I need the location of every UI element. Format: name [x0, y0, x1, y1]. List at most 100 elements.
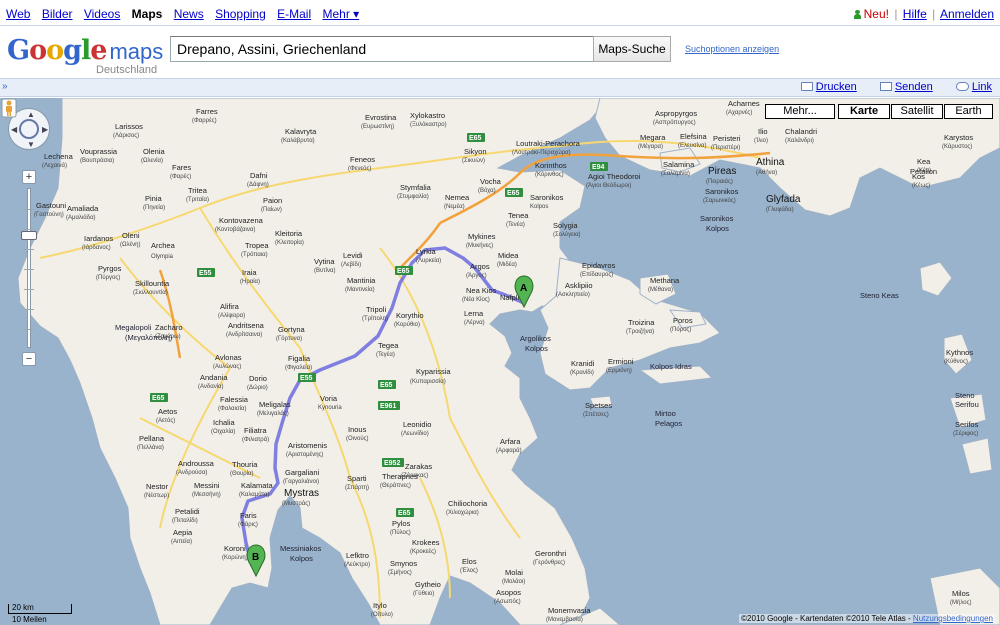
collapse-panel-button[interactable]: »	[2, 81, 8, 92]
svg-text:Korythio: Korythio	[396, 311, 424, 320]
svg-text:Mykines: Mykines	[468, 232, 496, 241]
svg-text:Kleitoria: Kleitoria	[275, 229, 303, 238]
svg-text:Glyfada: Glyfada	[766, 194, 801, 205]
svg-text:(Κυπαρισσία): (Κυπαρισσία)	[410, 379, 446, 385]
hand-icon	[19, 119, 39, 139]
map-type-earth-button[interactable]: Earth	[944, 104, 993, 119]
svg-text:(Γερόνθρες): (Γερόνθρες)	[533, 559, 565, 566]
map-type-map-button[interactable]: Karte	[838, 104, 890, 119]
svg-text:(Σαλαμίνα): (Σαλαμίνα)	[661, 171, 690, 177]
print-link[interactable]: Drucken	[816, 81, 857, 93]
nav-link-more[interactable]: Mehr ▾	[322, 7, 359, 21]
svg-text:(Φαρρές): (Φαρρές)	[192, 117, 217, 124]
svg-text:Elos: Elos	[462, 557, 477, 566]
svg-text:(Ανδρίτσαινα): (Ανδρίτσαινα)	[226, 332, 262, 338]
map-canvas[interactable]: Megalopoli (Μεγαλόπολη) Argolikos Kolpos…	[0, 98, 1000, 625]
svg-text:Agioi Theodoroi: Agioi Theodoroi	[588, 172, 641, 181]
svg-text:(Ίλιο): (Ίλιο)	[754, 138, 768, 144]
svg-text:(Περιστέρι): (Περιστέρι)	[711, 144, 740, 151]
svg-text:(Λέρνα): (Λέρνα)	[464, 319, 485, 326]
svg-text:(Κορώνη): (Κορώνη)	[222, 555, 248, 561]
svg-text:(Ωλενία): (Ωλενία)	[141, 158, 163, 164]
svg-text:(Βουπράσια): (Βουπράσια)	[80, 157, 114, 164]
more-layers-button[interactable]: Mehr...	[765, 104, 835, 119]
pan-down-icon[interactable]: ▼	[27, 141, 35, 149]
svg-text:Fares: Fares	[172, 163, 191, 172]
maps-search-button[interactable]: Maps-Suche	[593, 36, 671, 62]
zoom-slider-track[interactable]	[21, 188, 37, 348]
svg-text:Iraia: Iraia	[242, 268, 257, 277]
nav-link-news[interactable]: News	[174, 7, 204, 21]
svg-text:(Πεταλίδι): (Πεταλίδι)	[172, 518, 198, 524]
link-link[interactable]: Link	[972, 81, 992, 93]
search-options-link[interactable]: Suchoptionen anzeigen	[685, 44, 779, 54]
svg-text:Kalavryta: Kalavryta	[285, 127, 317, 136]
zoom-in-button[interactable]: +	[22, 170, 36, 184]
svg-text:Gytheio: Gytheio	[415, 580, 441, 589]
svg-text:(Φιλιατρά): (Φιλιατρά)	[242, 436, 269, 443]
svg-text:(Άγιοι Θεόδωροι): (Άγιοι Θεόδωροι)	[586, 182, 631, 189]
svg-text:Messini: Messini	[194, 481, 220, 490]
svg-text:E55: E55	[199, 270, 212, 277]
svg-text:Dorio: Dorio	[249, 374, 267, 383]
svg-text:(Τενέα): (Τενέα)	[506, 221, 525, 228]
svg-text:E55: E55	[300, 375, 313, 382]
zoom-slider-knob[interactable]	[21, 231, 37, 240]
svg-text:Amaliada: Amaliada	[67, 204, 99, 213]
nav-link-shopping[interactable]: Shopping	[215, 7, 266, 21]
svg-text:Pyrgos: Pyrgos	[98, 264, 122, 273]
svg-text:(Μολάοι): (Μολάοι)	[502, 578, 525, 585]
nav-link-maps[interactable]: Maps	[132, 7, 163, 21]
search-input[interactable]	[170, 36, 594, 62]
pan-right-icon[interactable]: ▶	[42, 126, 48, 134]
svg-text:E65: E65	[380, 382, 393, 389]
street-view-pegman-icon[interactable]	[0, 98, 18, 118]
svg-text:Meligalas: Meligalas	[259, 400, 291, 409]
link-icon	[955, 82, 969, 91]
svg-text:(Θεράπνες): (Θεράπνες)	[380, 482, 411, 489]
svg-text:(Ασωπός): (Ασωπός)	[494, 598, 521, 605]
svg-text:E65: E65	[398, 510, 411, 517]
map-type-satellite-button[interactable]: Satellit	[891, 104, 943, 119]
scale-metric: 20 km	[12, 603, 34, 612]
svg-text:(Αρφαρά): (Αρφαρά)	[496, 447, 522, 454]
svg-text:(Φιγαλεία): (Φιγαλεία)	[285, 365, 312, 371]
google-maps-logo[interactable]: Google maps Deutschland	[7, 35, 167, 76]
svg-text:(Χιλιοχώρια): (Χιλιοχώρια)	[446, 510, 479, 516]
svg-text:Vouprassia: Vouprassia	[80, 147, 118, 156]
nav-link-images[interactable]: Bilder	[42, 7, 73, 21]
svg-text:Aristomenis: Aristomenis	[288, 441, 327, 450]
svg-text:(Νέα Κίος): (Νέα Κίος)	[462, 296, 490, 303]
nav-link-web[interactable]: Web	[6, 7, 30, 21]
person-icon	[853, 10, 861, 19]
svg-text:Archea: Archea	[151, 241, 176, 250]
saronikos-sub-a: Kolpos	[706, 224, 729, 233]
svg-text:Tegea: Tegea	[378, 341, 399, 350]
pan-left-icon[interactable]: ◀	[11, 126, 17, 134]
terms-link[interactable]: Nutzungsbedingungen	[913, 614, 993, 623]
svg-text:(Σκιλλουντία): (Σκιλλουντία)	[133, 290, 168, 296]
svg-text:(Οιχαλία): (Οιχαλία)	[211, 429, 235, 435]
svg-text:Petalidi: Petalidi	[175, 507, 200, 516]
svg-text:Kea: Kea	[917, 157, 931, 166]
pan-up-icon[interactable]: ▲	[27, 111, 35, 119]
svg-text:(Οινούς): (Οινούς)	[346, 436, 369, 442]
svg-text:(Ωλένη): (Ωλένη)	[120, 241, 141, 248]
send-link[interactable]: Senden	[895, 81, 933, 93]
zoom-out-button[interactable]: −	[22, 352, 36, 366]
separator: |	[894, 7, 898, 21]
nav-link-email[interactable]: E-Mail	[277, 7, 311, 21]
svg-text:(Παίων): (Παίων)	[261, 207, 282, 213]
help-link[interactable]: Hilfe	[903, 7, 927, 21]
svg-text:Vytina: Vytina	[314, 257, 335, 266]
sign-in-link[interactable]: Anmelden	[940, 7, 994, 21]
svg-text:Lechena: Lechena	[44, 152, 74, 161]
svg-text:Zacharo: Zacharo	[155, 323, 183, 332]
svg-text:(Χαλάνδρι): (Χαλάνδρι)	[785, 137, 814, 144]
svg-text:Lyrkia: Lyrkia	[416, 247, 437, 256]
svg-text:(Σπάρτη): (Σπάρτη)	[345, 484, 369, 491]
nav-link-videos[interactable]: Videos	[84, 7, 120, 21]
svg-text:(Λάρισος): (Λάρισος)	[113, 132, 139, 139]
svg-text:(Σπέτσες): (Σπέτσες)	[583, 411, 609, 418]
svg-text:(Ζάρακας): (Ζάρακας)	[401, 472, 428, 479]
